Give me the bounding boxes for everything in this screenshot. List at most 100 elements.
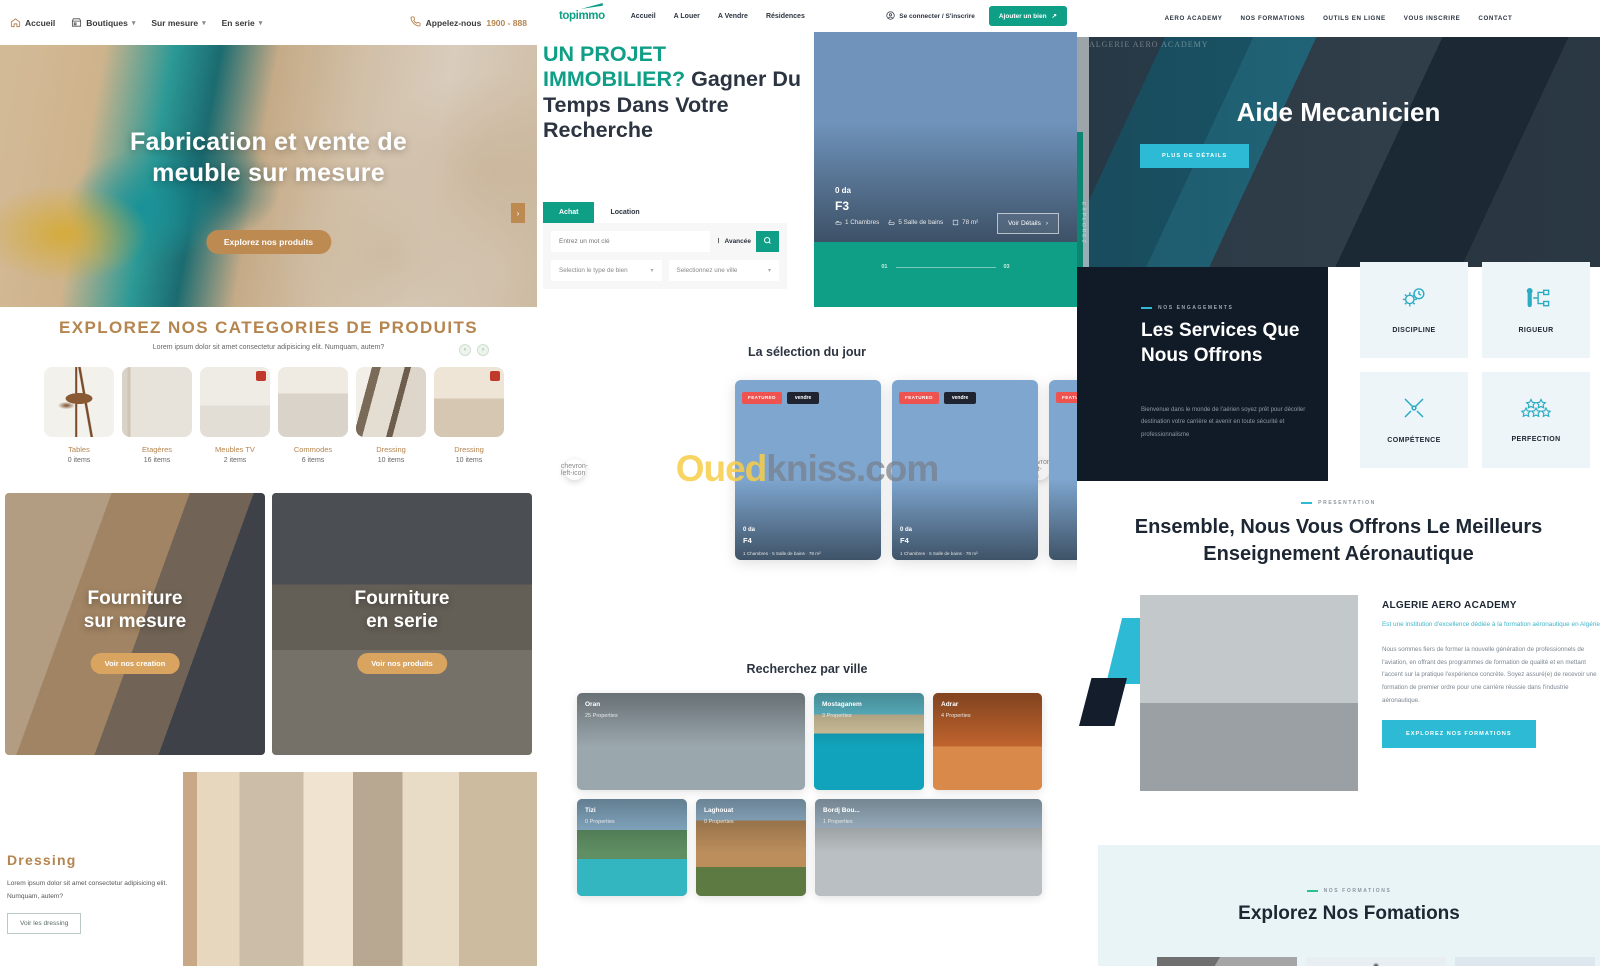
formation-card[interactable] xyxy=(1157,957,1297,966)
chevron-down-icon: ▾ xyxy=(258,19,263,27)
fourniture-title-line1: Fourniture xyxy=(354,588,450,609)
search-button[interactable] xyxy=(756,231,779,252)
service-tile-discipline[interactable]: DISCIPLINE xyxy=(1360,262,1468,358)
plus-de-details-button[interactable]: PLUS DE DÉTAILS xyxy=(1140,144,1250,168)
ville-card-tizi[interactable]: Tizi 0 Properties xyxy=(577,799,687,896)
chevron-down-icon: ▾ xyxy=(202,19,206,27)
nav-item-nos-formations[interactable]: NOS FORMATIONS xyxy=(1240,15,1305,22)
arrow-up-right-icon: ↗ xyxy=(1051,13,1057,20)
hero-next-arrow-icon[interactable]: › xyxy=(511,203,525,223)
service-tile-competence[interactable]: COMPÉTENCE xyxy=(1360,372,1468,468)
card-meta: 1 Chambres · 5 Salle de bains · 78 m² xyxy=(900,551,978,556)
furniture-website-panel: Accueil Boutiques ▾ Sur mesure ▾ En seri… xyxy=(0,0,537,966)
service-tile-perfection[interactable]: PERFECTION xyxy=(1482,372,1590,468)
fourniture-en-serie-card[interactable]: Fourniture en serie Voir nos produits xyxy=(272,493,532,755)
advanced-filters-button[interactable]: Avancée xyxy=(715,237,752,246)
nav-item-sur-mesure[interactable]: Sur mesure ▾ xyxy=(151,18,205,28)
nav-item-accueil[interactable]: Accueil xyxy=(631,13,656,20)
nav-item-a-louer[interactable]: A Louer xyxy=(674,13,700,20)
nav-item-en-serie[interactable]: En serie ▾ xyxy=(222,18,263,28)
carousel-prev-icon[interactable]: ‹ xyxy=(459,344,471,356)
property-type-select[interactable]: Selection le type de bien ▾ xyxy=(551,260,662,281)
ville-gradient xyxy=(577,693,805,790)
search-input[interactable] xyxy=(551,231,710,252)
hero-green-bar xyxy=(1077,132,1083,267)
nav-item-accueil[interactable]: Accueil xyxy=(10,17,55,28)
nav-item-a-vendre[interactable]: A Vendre xyxy=(718,13,748,20)
category-card[interactable]: Tables 0 items xyxy=(44,367,114,464)
voir-nos-produits-button[interactable]: Voir nos produits xyxy=(357,653,447,674)
ville-card-bordj[interactable]: Bordj Bou... 1 Properties xyxy=(815,799,1042,896)
property-photo-shade xyxy=(814,23,1077,242)
category-card[interactable]: Dressing 10 items xyxy=(356,367,426,464)
explore-products-button[interactable]: Explorez nos produits xyxy=(205,230,332,254)
phone-number: 1900 - 888 xyxy=(486,17,527,28)
nav-item-contact[interactable]: CONTACT xyxy=(1478,15,1512,22)
immo-website-panel: topimmo Accueil A Louer A Vendre Résiden… xyxy=(537,0,1077,966)
property-type-value: Selection le type de bien xyxy=(559,267,628,274)
selection-card[interactable]: FEATURED xyxy=(1049,380,1077,560)
selection-card[interactable]: FEATURED vendre 0 da F4 1 Chambres · 5 S… xyxy=(735,380,881,560)
categories-title: EXPLOREZ NOS CATEGORIES DE PRODUITS xyxy=(59,318,478,337)
category-card[interactable]: Dressing 10 items xyxy=(434,367,504,464)
fourniture-sur-mesure-card[interactable]: Fourniture sur mesure Voir nos creation xyxy=(5,493,265,755)
category-card[interactable]: Commodes 6 items xyxy=(278,367,348,464)
badge-featured: FEATURED xyxy=(899,392,939,404)
property-bathrooms: 5 Salle de bains xyxy=(888,219,943,226)
tab-achat[interactable]: Achat xyxy=(543,202,595,223)
nav-item-vous-inscrire[interactable]: VOUS INSCRIRE xyxy=(1404,15,1461,22)
ville-card-laghouat[interactable]: Laghouat 0 Properties xyxy=(696,799,806,896)
fourniture-title: Fourniture sur mesure xyxy=(5,588,265,634)
categories-row: Tables 0 items Etagères 16 items Meubles… xyxy=(0,367,537,464)
ville-properties: 1 Properties xyxy=(823,819,853,825)
category-card[interactable]: Etagères 16 items xyxy=(122,367,192,464)
search-panel: Avancée Selection le type de bien ▾ Sel xyxy=(543,223,787,289)
ville-card-oran[interactable]: Oran 25 Properties xyxy=(577,693,805,790)
formation-card[interactable] xyxy=(1306,957,1446,966)
nav-label: En serie xyxy=(221,17,255,28)
fourniture-title-line2: sur mesure xyxy=(83,610,187,632)
card-type: F4 xyxy=(900,536,909,545)
property-area: 78 m² xyxy=(952,219,978,226)
formation-card[interactable] xyxy=(1455,957,1595,966)
selection-prev-button[interactable]: chevron-left-icon xyxy=(561,459,588,480)
voir-les-dressing-button[interactable]: Voir les dressing xyxy=(7,913,82,935)
badge-status: vendre xyxy=(943,392,977,404)
category-badge xyxy=(256,371,266,381)
topimmo-logo[interactable]: topimmo xyxy=(559,3,605,22)
service-tile-label: PERFECTION xyxy=(1511,436,1561,443)
nav-item-residences[interactable]: Résidences xyxy=(766,13,805,20)
aero-academy-website-panel: AERO ACADEMY NOS FORMATIONS OUTILS EN LI… xyxy=(1077,0,1600,966)
categories-carousel-controls[interactable]: ‹ › xyxy=(459,344,489,356)
furniture-navbar: Accueil Boutiques ▾ Sur mesure ▾ En seri… xyxy=(0,0,537,45)
formations-section: NOS FORMATIONS Explorez Nos Fomations xyxy=(1098,845,1600,966)
category-card[interactable]: Meubles TV 2 items xyxy=(200,367,270,464)
advanced-label: Avancée xyxy=(724,238,752,245)
immo-hero-title: UN PROJET IMMOBILIER? Gagner Du Temps Da… xyxy=(543,42,813,143)
dressing-text-block: Dressing Lorem ipsum dolor sit amet cons… xyxy=(7,852,187,935)
add-property-label: Ajouter un bien xyxy=(998,12,1047,20)
voir-details-button[interactable]: Voir Détails › xyxy=(996,213,1059,234)
presentation-lead: Est une institution d'excellence dédiée … xyxy=(1382,621,1600,628)
badge-featured: FEATURED xyxy=(1056,392,1077,403)
aero-hero: EXPLOREZ ALGERIE AERO ACADEMY Aide Mecan… xyxy=(1077,37,1600,267)
call-us-block[interactable]: Appelez-nous 1900 - 888 xyxy=(410,16,527,29)
city-select[interactable]: Selectionnez une ville ▾ xyxy=(668,260,779,281)
nav-item-aero-academy[interactable]: AERO ACADEMY xyxy=(1165,15,1223,22)
login-register-link[interactable]: Se connecter / S'inscrire xyxy=(886,10,975,22)
nav-item-outils-en-ligne[interactable]: OUTILS EN LIGNE xyxy=(1323,15,1386,22)
ville-card-mostaganem[interactable]: Mostaganem 3 Properties xyxy=(814,693,924,790)
tab-location[interactable]: Location xyxy=(594,202,656,223)
immo-menu: Accueil A Louer A Vendre Résidences xyxy=(631,13,805,20)
selection-card[interactable]: FEATURED vendre 0 da F4 1 Chambres · 5 S… xyxy=(892,380,1038,560)
hero-property-card[interactable]: 0 da F3 1 Chambres 5 Salle de bains 78 m… xyxy=(814,23,1077,307)
voir-nos-creation-button[interactable]: Voir nos creation xyxy=(90,653,180,674)
villes-title: Recherchez par ville xyxy=(746,662,868,676)
carousel-next-icon[interactable]: › xyxy=(477,344,489,356)
service-tile-rigueur[interactable]: RIGUEUR xyxy=(1482,262,1590,358)
nav-item-boutiques[interactable]: Boutiques ▾ xyxy=(71,17,135,28)
explorez-nos-formations-button[interactable]: EXPLOREZ NOS FORMATIONS xyxy=(1382,720,1536,749)
ville-card-adrar[interactable]: Adrar 4 Properties xyxy=(933,693,1042,790)
add-property-button[interactable]: Ajouter un bien ↗ xyxy=(988,6,1067,26)
login-label: Se connecter / S'inscrire xyxy=(899,12,975,20)
